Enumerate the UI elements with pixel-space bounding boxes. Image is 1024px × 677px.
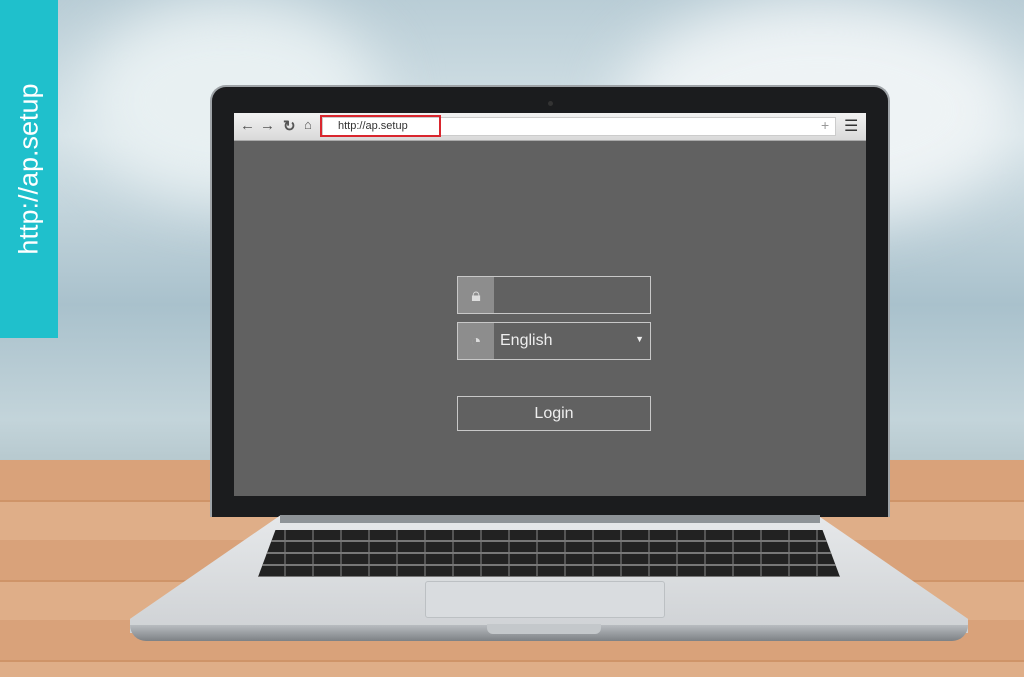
home-icon[interactable]: ⌂ bbox=[304, 117, 312, 132]
browser-toolbar: ← → ↻ ⌂ http://ap.setup + ☰ bbox=[234, 113, 866, 141]
webcam bbox=[548, 101, 553, 106]
plus-icon[interactable]: + bbox=[821, 117, 829, 133]
reload-icon[interactable]: ↻ bbox=[283, 117, 296, 135]
login-button[interactable]: Login bbox=[457, 396, 651, 431]
back-arrow-icon[interactable]: ← bbox=[240, 117, 255, 134]
hamburger-menu-icon[interactable]: ☰ bbox=[844, 116, 858, 136]
lid-notch bbox=[487, 624, 601, 634]
trackpad bbox=[425, 581, 665, 618]
lock-icon: 🔒︎ bbox=[458, 277, 494, 313]
chevron-down-icon: ▼ bbox=[635, 334, 644, 344]
keyboard-rows bbox=[258, 530, 840, 577]
banner-text: http://ap.setup bbox=[13, 83, 44, 255]
laptop-hinge bbox=[280, 515, 820, 523]
browser-window: ← → ↻ ⌂ http://ap.setup + ☰ 🔒︎ ◔ English… bbox=[234, 113, 866, 496]
forward-arrow-icon[interactable]: → bbox=[260, 117, 275, 134]
password-field[interactable]: 🔒︎ bbox=[457, 276, 651, 314]
url-text: http://ap.setup bbox=[338, 120, 408, 132]
language-select[interactable]: ◔ English ▼ bbox=[457, 322, 651, 360]
language-value: English bbox=[500, 332, 553, 349]
globe-icon: ◔ bbox=[458, 323, 494, 359]
url-banner: http://ap.setup bbox=[0, 0, 58, 338]
